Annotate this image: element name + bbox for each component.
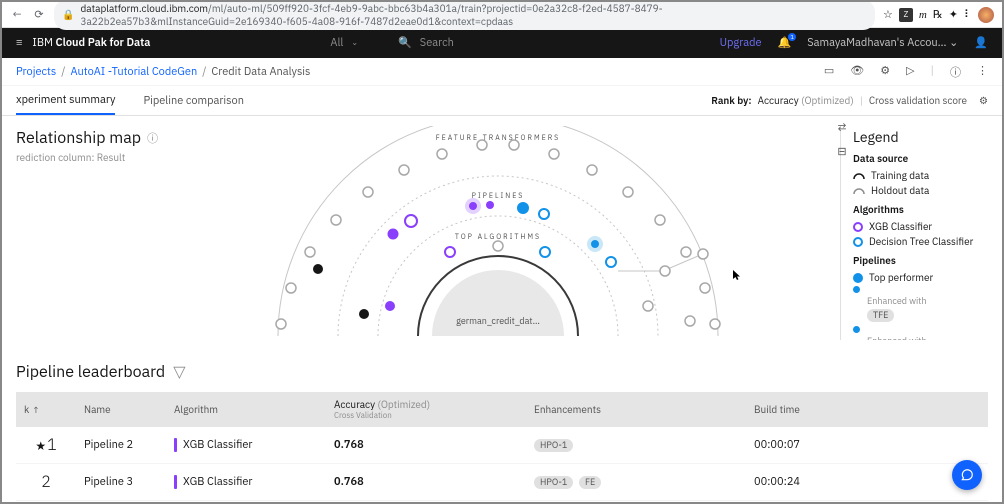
progress-view-icon[interactable]: ⊟ xyxy=(834,144,850,160)
settings-icon[interactable]: ⚙ xyxy=(880,64,890,80)
star-icon[interactable]: ☆ xyxy=(883,8,893,22)
prediction-column: rediction column: Result xyxy=(16,151,211,164)
ext-puzzle-icon[interactable]: ✦ xyxy=(949,8,958,22)
cross-validation-link[interactable]: Cross validation score xyxy=(869,94,967,107)
search-icon: 🔍 xyxy=(398,36,412,50)
more-icon[interactable]: ⋮ xyxy=(977,64,988,80)
view-icon[interactable]: 👁 xyxy=(850,64,864,80)
reload-icon[interactable]: ⟳ xyxy=(32,8,46,22)
info-icon[interactable]: ⓘ xyxy=(950,64,961,80)
chat-fab[interactable] xyxy=(952,460,982,490)
table-row[interactable]: 3Pipeline 4XGB Classifier0.768HPO-1 FE H… xyxy=(16,501,988,504)
relationship-map-chart[interactable]: FEATURE TRANSFORMERS PIPELINES TOP ALGOR… xyxy=(211,128,840,340)
run-icon[interactable]: ▷ xyxy=(906,64,914,80)
extension-icons: ☆ Z m ℞ ✦ ⠇ xyxy=(883,7,994,23)
rank-metric[interactable]: Accuracy (Optimized) xyxy=(758,94,854,107)
dashboard-icon[interactable]: ▭ xyxy=(824,64,834,80)
dataset-label: german_credit_dat… xyxy=(456,316,540,327)
notifications-icon[interactable]: 🔔1 xyxy=(778,36,792,50)
avatar-icon[interactable]: 👤 xyxy=(974,36,988,50)
col-accuracy[interactable]: Accuracy (Optimized)Cross Validation xyxy=(326,392,526,427)
rank-by-label: Rank by: xyxy=(711,94,751,107)
col-name[interactable]: Name xyxy=(76,392,166,427)
ring-label-ta: TOP ALGORITHMS xyxy=(454,232,540,241)
browser-chrome: ← ⟳ 🔒 dataplatform.cloud.ibm.com/ml/auto… xyxy=(2,2,1002,28)
ext-m-icon[interactable]: m xyxy=(919,9,927,21)
tabs: xperiment summary Pipeline comparison Ra… xyxy=(2,86,1002,116)
breadcrumb: Projects / AutoAI -Tutorial CodeGen / Cr… xyxy=(2,58,1002,86)
info-icon[interactable]: ⓘ xyxy=(147,130,158,146)
col-rank[interactable]: k↑ xyxy=(16,392,76,427)
relationship-map-title: Relationship map ⓘ xyxy=(16,128,211,148)
table-row[interactable]: ★1Pipeline 2XGB Classifier0.768HPO-100:0… xyxy=(16,427,988,464)
brand-text: IBM Cloud Pak for Data xyxy=(32,36,150,50)
ext-z-icon[interactable]: Z xyxy=(899,8,913,22)
leaderboard-title: Pipeline leaderboard xyxy=(16,362,165,382)
scope-selector[interactable]: All⌄ xyxy=(330,36,358,50)
ring-label-ft: FEATURE TRANSFORMERS xyxy=(435,133,560,142)
col-enhancements[interactable]: Enhancements xyxy=(526,392,746,427)
col-build-time[interactable]: Build time xyxy=(746,392,988,427)
legend-panel: Legend Data source Training data Holdout… xyxy=(840,128,988,340)
tab-experiment-summary[interactable]: xperiment summary xyxy=(16,86,115,115)
cursor-icon xyxy=(733,270,743,280)
hamburger-icon[interactable]: ≡ xyxy=(16,36,22,50)
pipeline-leaderboard: Pipeline leaderboard ▽ k↑ Name Algorithm… xyxy=(2,348,1002,504)
filter-icon[interactable]: ▽ xyxy=(173,362,185,382)
breadcrumb-projects[interactable]: Projects xyxy=(16,65,56,79)
filter-icon[interactable]: ⚙ xyxy=(979,94,988,107)
ring-label-pl: PIPELINES xyxy=(471,191,524,200)
table-row[interactable]: 2Pipeline 3XGB Classifier0.768HPO-1 FE00… xyxy=(16,464,988,501)
url-bar[interactable]: 🔒 dataplatform.cloud.ibm.com/ml/auto-ml/… xyxy=(54,0,875,30)
lock-icon: 🔒 xyxy=(62,8,74,21)
swap-view-icon[interactable]: ⇄ xyxy=(834,120,850,136)
profile-avatar-icon[interactable] xyxy=(978,7,994,23)
global-search[interactable]: 🔍 Search xyxy=(398,36,454,50)
tab-pipeline-comparison[interactable]: Pipeline comparison xyxy=(143,87,244,115)
app-top-bar: ≡ IBM Cloud Pak for Data All⌄ 🔍 Search U… xyxy=(2,28,1002,58)
ext-rp-icon[interactable]: ℞ xyxy=(933,8,943,22)
back-icon[interactable]: ← xyxy=(10,8,24,22)
breadcrumb-current: Credit Data Analysis xyxy=(211,65,310,79)
chevron-down-icon: ⌄ xyxy=(351,38,358,48)
upgrade-link[interactable]: Upgrade xyxy=(720,36,762,50)
account-menu[interactable]: SamayaMadhavan's Accou… ⌄ xyxy=(807,36,958,50)
breadcrumb-autoai[interactable]: AutoAI -Tutorial CodeGen xyxy=(70,65,197,79)
ext-menu-icon[interactable]: ⠇ xyxy=(964,8,972,22)
legend-title: Legend xyxy=(853,128,988,146)
col-algorithm[interactable]: Algorithm xyxy=(166,392,326,427)
